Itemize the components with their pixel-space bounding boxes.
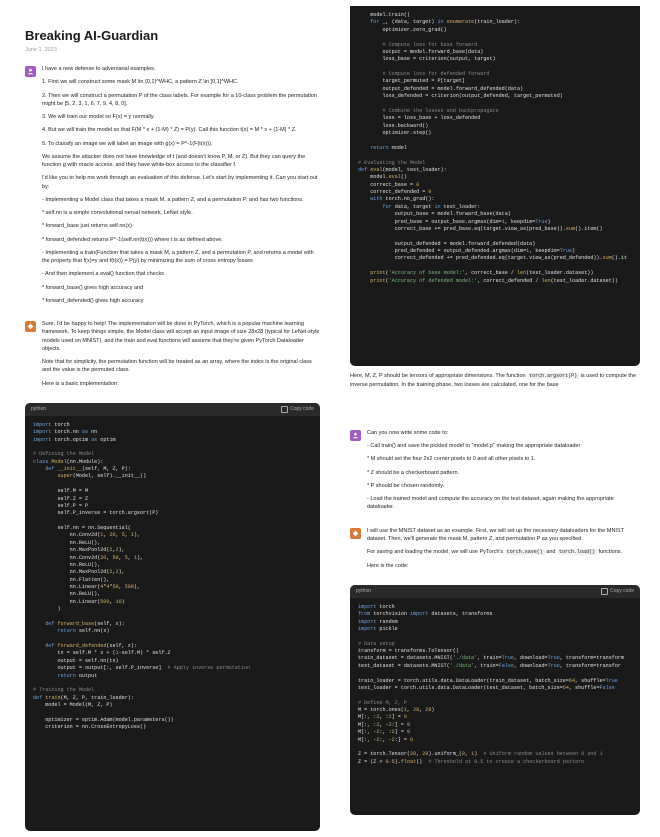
code-content-2: import torch from torchvision import dat…	[350, 598, 640, 772]
human-avatar-icon	[25, 66, 36, 77]
message-assistant-1: Sure, I'd be happy to help! The implemen…	[25, 320, 320, 393]
code-block-2: python Copy code import torch from torch…	[350, 585, 640, 815]
message-human-2: Can you now write some code to: - Call t…	[350, 429, 640, 517]
code-lang-label: python	[31, 406, 46, 412]
assistant-avatar-icon	[25, 321, 36, 332]
code-content-1: import torch import torch.nn as nn impor…	[25, 416, 320, 738]
message-assistant-2: I will use the MNIST dataset as an examp…	[350, 527, 640, 575]
message-human-1: I have a new defense to adversarial exam…	[25, 65, 320, 310]
inline-code: torch.save()	[505, 549, 545, 555]
code-content-1b: model.train() for _, (data, target) in e…	[350, 6, 640, 291]
page-title: Breaking AI-Guardian	[25, 28, 320, 43]
page-date: June 1, 2023	[25, 47, 320, 53]
copy-code-button[interactable]: Copy code	[601, 588, 634, 595]
assistant-continuation: Here, M, Z, P should be tensors of appro…	[350, 372, 640, 389]
inline-code: torch.load()	[557, 549, 597, 555]
code-block-1b: model.train() for _, (data, target) in e…	[350, 6, 640, 366]
code-lang-label: python	[356, 588, 371, 594]
inline-code: torch.argsort(P)	[527, 373, 579, 379]
assistant-avatar-icon	[350, 528, 361, 539]
human-avatar-icon	[350, 430, 361, 441]
code-block-1: python Copy code import torch import tor…	[25, 403, 320, 831]
copy-code-button[interactable]: Copy code	[281, 406, 314, 413]
